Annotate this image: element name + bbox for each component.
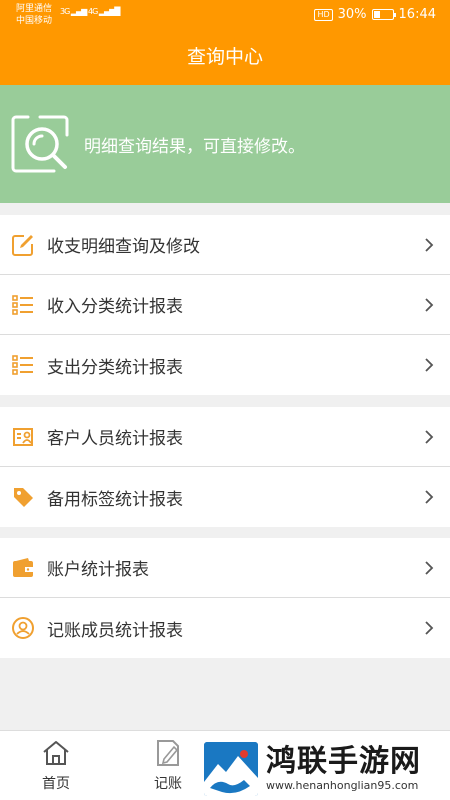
tab-record[interactable]: 记账	[138, 731, 198, 793]
menu-item-label: 收入分类统计报表	[47, 297, 183, 317]
menu-item-income-report[interactable]: 收入分类统计报表	[0, 275, 450, 335]
status-right: HD 30% 16:44	[314, 7, 436, 22]
tab-home-label: 首页	[42, 776, 70, 792]
banner-text: 明细查询结果，可直接修改。	[84, 136, 305, 157]
chevron-right-icon	[425, 238, 434, 252]
list-icon	[12, 295, 33, 315]
menu-item-label: 记账成员统计报表	[47, 620, 183, 641]
watermark-text: 鸿联手游网 www.henanhonglian95.com	[266, 745, 421, 793]
tab-record-label: 记账	[154, 776, 182, 792]
tab-home[interactable]: 首页	[26, 731, 86, 793]
chevron-right-icon	[425, 358, 434, 372]
menu-item-member-report[interactable]: 记账成员统计报表	[0, 598, 450, 658]
list-icon	[12, 355, 33, 375]
carrier-info: 阿里通信 中国移动	[16, 3, 52, 27]
status-bar: 阿里通信 中国移动 3G ▂▄▆ 4G ▂▄▆█ HD 30% 16:44	[0, 0, 450, 30]
search-doc-icon	[11, 115, 69, 173]
menu-group-3: 账户统计报表 记账成员统计报表	[0, 538, 450, 658]
wallet-icon	[13, 558, 33, 577]
menu-item-detail-query[interactable]: 收支明细查询及修改	[0, 215, 450, 275]
signal-3g-icon: 3G ▂▄▆	[60, 7, 87, 16]
menu-item-customer-report[interactable]: 客户人员统计报表	[0, 407, 450, 467]
page-title: 查询中心	[0, 30, 450, 85]
menu-item-tag-report[interactable]: 备用标签统计报表	[0, 467, 450, 527]
menu-group-1: 收支明细查询及修改 收入分类统计报表 支出分类统计报表	[0, 215, 450, 395]
menu-item-expense-report[interactable]: 支出分类统计报表	[0, 335, 450, 395]
battery-icon	[371, 9, 396, 20]
watermark-title: 鸿联手游网	[266, 744, 421, 779]
chevron-right-icon	[425, 621, 434, 635]
chevron-right-icon	[425, 298, 434, 312]
menu-item-label: 备用标签统计报表	[47, 489, 183, 510]
notepad-pen-icon	[157, 740, 179, 766]
hd-badge: HD	[314, 8, 333, 21]
menu-item-label: 支出分类统计报表	[47, 357, 183, 378]
watermark-logo-icon	[204, 742, 258, 796]
menu-group-2: 客户人员统计报表 备用标签统计报表	[0, 407, 450, 527]
home-icon	[43, 741, 69, 765]
watermark-url: www.henanhonglian95.com	[266, 779, 419, 792]
menu-item-label: 收支明细查询及修改	[47, 237, 200, 257]
clock: 16:44	[398, 7, 436, 22]
signal-4g-icon: 4G ▂▄▆█	[88, 7, 120, 16]
menu-item-label: 账户统计报表	[47, 560, 149, 580]
battery-percent: 30%	[337, 7, 367, 22]
chevron-right-icon	[425, 490, 434, 504]
carrier-2: 中国移动	[16, 16, 53, 26]
menu-item-label: 客户人员统计报表	[47, 429, 183, 449]
chevron-right-icon	[425, 561, 434, 575]
net-type-1: 3G	[60, 7, 70, 16]
watermark: 鸿联手游网 www.henanhonglian95.com	[204, 740, 450, 798]
edit-icon	[12, 235, 33, 256]
user-circle-icon	[12, 617, 34, 639]
chevron-right-icon	[425, 430, 434, 444]
carrier-1: 阿里通信	[16, 4, 53, 14]
contact-card-icon	[13, 428, 33, 446]
info-banner: 明细查询结果，可直接修改。	[0, 85, 450, 203]
net-type-2: 4G	[88, 7, 98, 16]
menu-item-account-report[interactable]: 账户统计报表	[0, 538, 450, 598]
tag-icon	[14, 488, 33, 507]
